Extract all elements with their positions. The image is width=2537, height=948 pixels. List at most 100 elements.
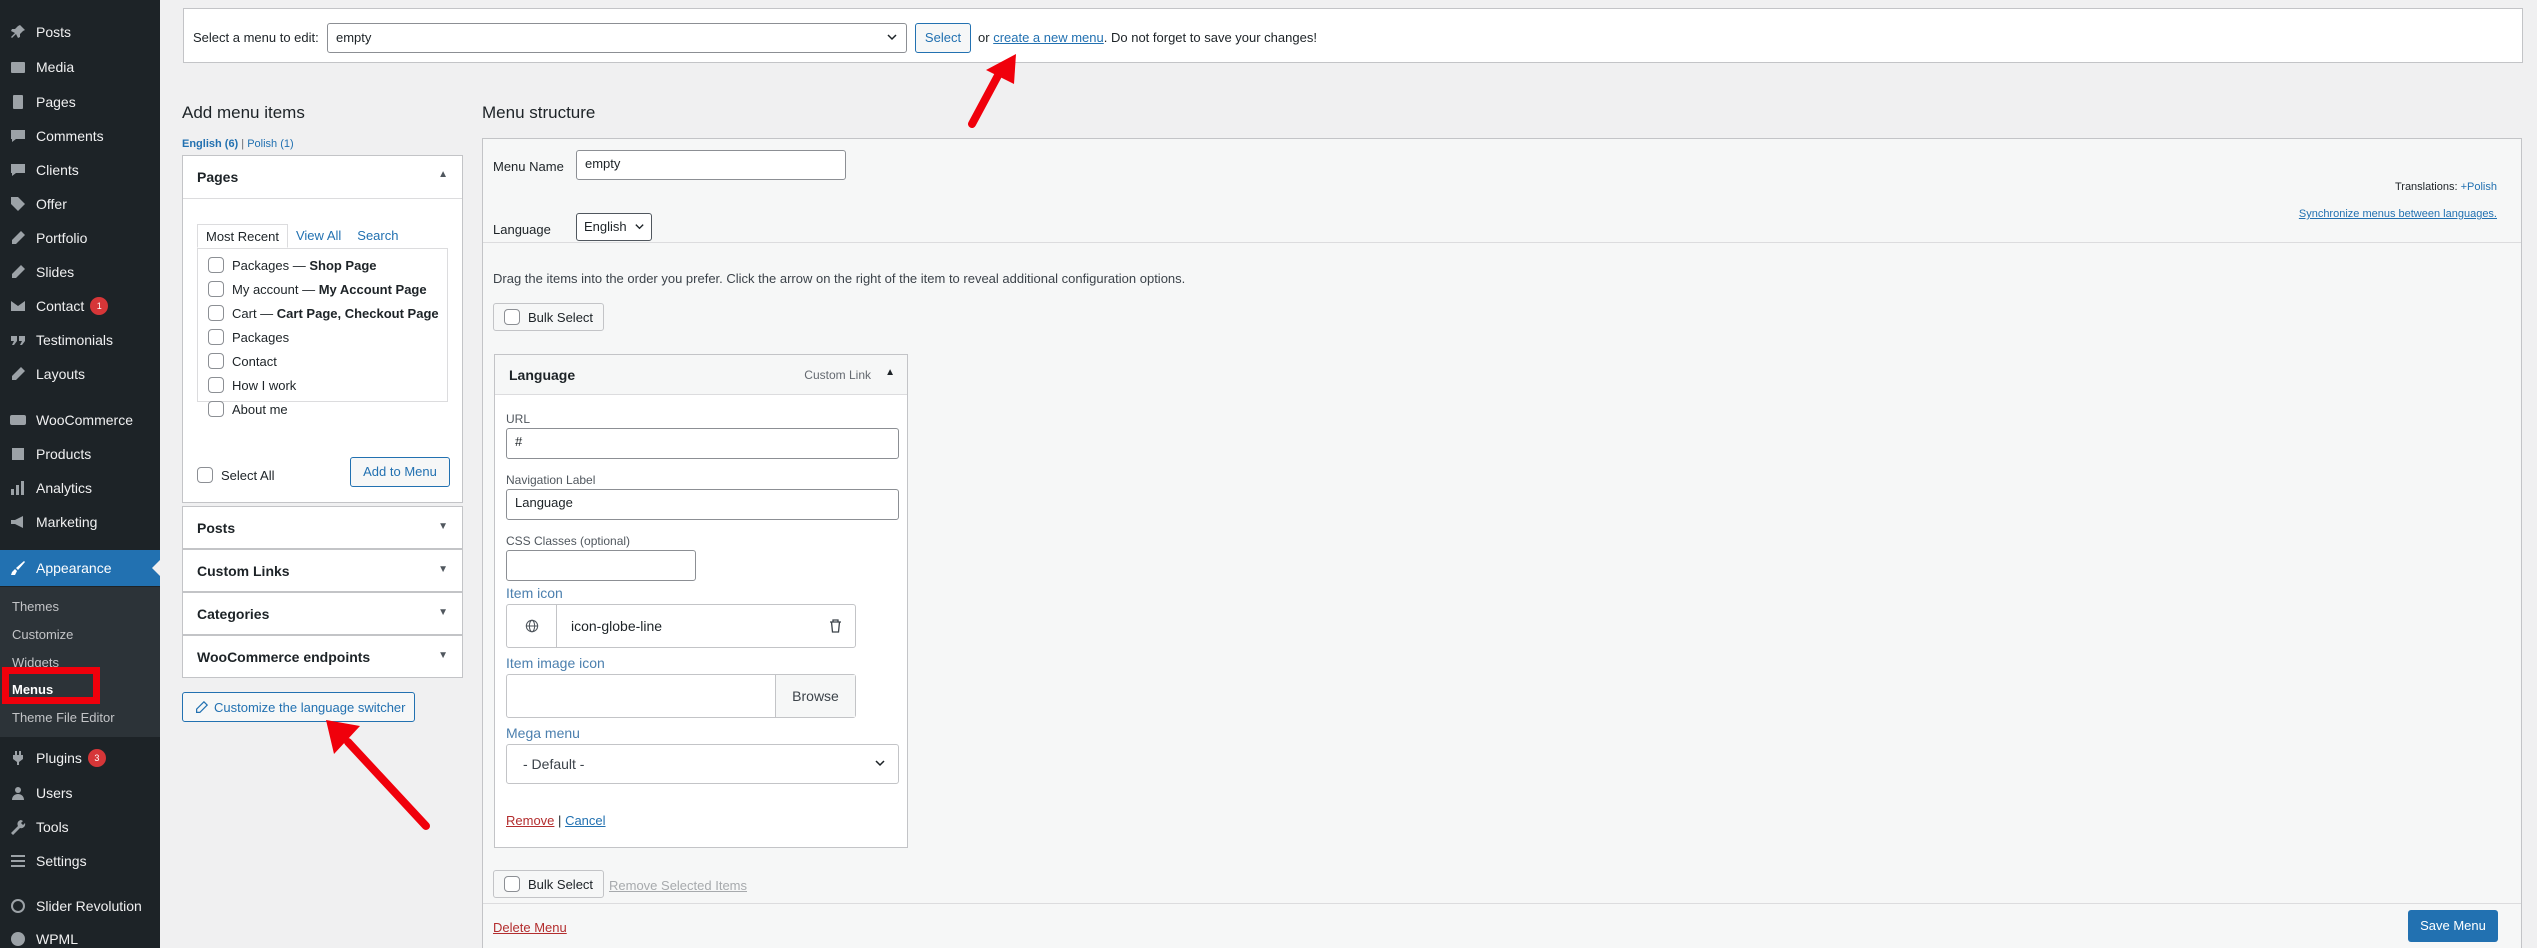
language-select[interactable]: English xyxy=(576,213,652,241)
checkbox[interactable] xyxy=(208,353,224,369)
globe-icon xyxy=(507,605,557,647)
sidebar-item-offer[interactable]: Offer xyxy=(0,190,160,218)
accordion-categories[interactable]: Categories ▼ xyxy=(182,592,463,635)
sidebar-item-settings[interactable]: Settings xyxy=(0,847,160,875)
menu-settings-header: Menu Name empty Language English Transla… xyxy=(483,139,2521,243)
checkbox[interactable] xyxy=(208,329,224,345)
sidebar-item-posts[interactable]: Posts xyxy=(0,18,160,46)
save-menu-button[interactable]: Save Menu xyxy=(2408,910,2498,942)
remove-selected-items-link[interactable]: Remove Selected Items xyxy=(609,878,747,893)
select-all[interactable]: Select All xyxy=(197,467,274,483)
checkbox[interactable] xyxy=(504,309,520,325)
sidebar-item-contact[interactable]: Contact 1 xyxy=(0,292,160,320)
lang-link-english[interactable]: English (6) xyxy=(182,138,238,150)
comment-icon xyxy=(8,126,28,146)
browse-button[interactable]: Browse xyxy=(775,675,855,717)
sidebar-item-woocommerce[interactable]: WooCommerce xyxy=(0,406,160,434)
bulk-select-button-bottom[interactable]: Bulk Select xyxy=(493,870,605,898)
item-image-icon-field[interactable]: Browse xyxy=(506,674,856,718)
sidebar-item-appearance[interactable]: Appearance xyxy=(0,550,160,586)
globe-icon xyxy=(8,929,28,948)
create-new-menu-link[interactable]: create a new menu xyxy=(993,30,1104,45)
sidebar-item-plugins[interactable]: Plugins 3 xyxy=(0,744,160,772)
list-item[interactable]: How I work xyxy=(208,377,296,393)
menu-name-input[interactable]: empty xyxy=(576,150,846,180)
chevron-down-icon xyxy=(874,756,886,772)
language-filter: English (6) | Polish (1) xyxy=(182,138,294,150)
pushpin-icon xyxy=(8,22,28,42)
navigation-label-input[interactable]: Language xyxy=(506,489,899,520)
chevron-down-icon xyxy=(886,31,898,46)
sidebar-item-clients[interactable]: Clients xyxy=(0,156,160,184)
mega-menu-select[interactable]: - Default - xyxy=(506,744,899,784)
cancel-link[interactable]: Cancel xyxy=(565,813,605,828)
customize-language-switcher-button[interactable]: Customize the language switcher xyxy=(182,692,415,722)
remove-link[interactable]: Remove xyxy=(506,813,554,828)
sidebar-item-slider-revolution[interactable]: Slider Revolution xyxy=(0,892,160,920)
checkbox[interactable] xyxy=(208,305,224,321)
chart-icon xyxy=(8,478,28,498)
sidebar-item-comments[interactable]: Comments xyxy=(0,122,160,150)
checkbox[interactable] xyxy=(208,401,224,417)
menu-item-header[interactable]: Language Custom Link ▲ xyxy=(495,355,907,395)
list-item[interactable]: Packages — Shop Page xyxy=(208,257,377,273)
sidebar-item-tools[interactable]: Tools xyxy=(0,813,160,841)
tab-most-recent[interactable]: Most Recent xyxy=(197,224,288,248)
mail-icon xyxy=(8,296,28,316)
brush-icon xyxy=(8,558,28,578)
checkbox[interactable] xyxy=(197,467,213,483)
list-item[interactable]: Cart — Cart Page, Checkout Page xyxy=(208,305,439,321)
pencil-icon xyxy=(8,228,28,248)
sidebar-item-marketing[interactable]: Marketing xyxy=(0,508,160,536)
submenu-themes[interactable]: Themes xyxy=(12,599,59,614)
add-to-menu-button[interactable]: Add to Menu xyxy=(350,457,450,487)
checkbox[interactable] xyxy=(208,257,224,273)
checkbox[interactable] xyxy=(504,876,520,892)
list-item[interactable]: My account — My Account Page xyxy=(208,281,427,297)
menu-select-bar: Select a menu to edit: empty Select or c… xyxy=(183,8,2523,63)
accordion-posts[interactable]: Posts ▼ xyxy=(182,506,463,549)
trash-icon[interactable] xyxy=(815,605,855,647)
list-item[interactable]: Contact xyxy=(208,353,277,369)
pages-panel-header[interactable]: Pages ▲ xyxy=(183,156,462,199)
expand-arrow-icon: ▼ xyxy=(438,607,448,618)
css-classes-input[interactable] xyxy=(506,550,696,581)
synchronize-menus-link[interactable]: Synchronize menus between languages. xyxy=(2299,208,2497,220)
expand-arrow-icon: ▼ xyxy=(438,521,448,532)
menu-item-type: Custom Link xyxy=(804,368,871,382)
menu-select-dropdown[interactable]: empty xyxy=(327,23,907,53)
delete-menu-link[interactable]: Delete Menu xyxy=(493,920,567,935)
lang-link-polish[interactable]: Polish (1) xyxy=(247,138,293,150)
media-icon xyxy=(8,57,28,77)
sidebar-item-testimonials[interactable]: Testimonials xyxy=(0,326,160,354)
translation-link-polish[interactable]: Polish xyxy=(2467,181,2497,193)
sidebar-item-layouts[interactable]: Layouts xyxy=(0,360,160,388)
tab-view-all[interactable]: View All xyxy=(288,224,349,248)
sidebar-item-users[interactable]: Users xyxy=(0,779,160,807)
sidebar-item-products[interactable]: Products xyxy=(0,440,160,468)
sidebar-item-analytics[interactable]: Analytics xyxy=(0,474,160,502)
tab-search[interactable]: Search xyxy=(349,224,406,248)
collapse-arrow-icon[interactable]: ▲ xyxy=(885,367,895,378)
sidebar-item-portfolio[interactable]: Portfolio xyxy=(0,224,160,252)
sidebar-item-slides[interactable]: Slides xyxy=(0,258,160,286)
select-button[interactable]: Select xyxy=(915,23,971,53)
pencil-icon xyxy=(8,262,28,282)
bulk-select-button[interactable]: Bulk Select xyxy=(493,303,605,331)
sidebar-item-pages[interactable]: Pages xyxy=(0,88,160,116)
submenu-customize[interactable]: Customize xyxy=(12,627,73,642)
list-item[interactable]: About me xyxy=(208,401,288,417)
accordion-woocommerce-endpoints[interactable]: WooCommerce endpoints ▼ xyxy=(182,635,463,678)
pencil-icon xyxy=(196,700,208,713)
submenu-theme-file-editor[interactable]: Theme File Editor xyxy=(12,710,115,725)
url-input[interactable]: # xyxy=(506,428,899,459)
select-menu-label: Select a menu to edit: xyxy=(193,30,319,45)
checkbox[interactable] xyxy=(208,281,224,297)
checkbox[interactable] xyxy=(208,377,224,393)
accordion-custom-links[interactable]: Custom Links ▼ xyxy=(182,549,463,592)
sidebar-item-wpml[interactable]: WPML xyxy=(0,925,160,948)
list-item[interactable]: Packages xyxy=(208,329,289,345)
notification-badge: 3 xyxy=(87,749,106,767)
item-icon-field[interactable]: icon-globe-line xyxy=(506,604,856,648)
sidebar-item-media[interactable]: Media xyxy=(0,53,160,81)
